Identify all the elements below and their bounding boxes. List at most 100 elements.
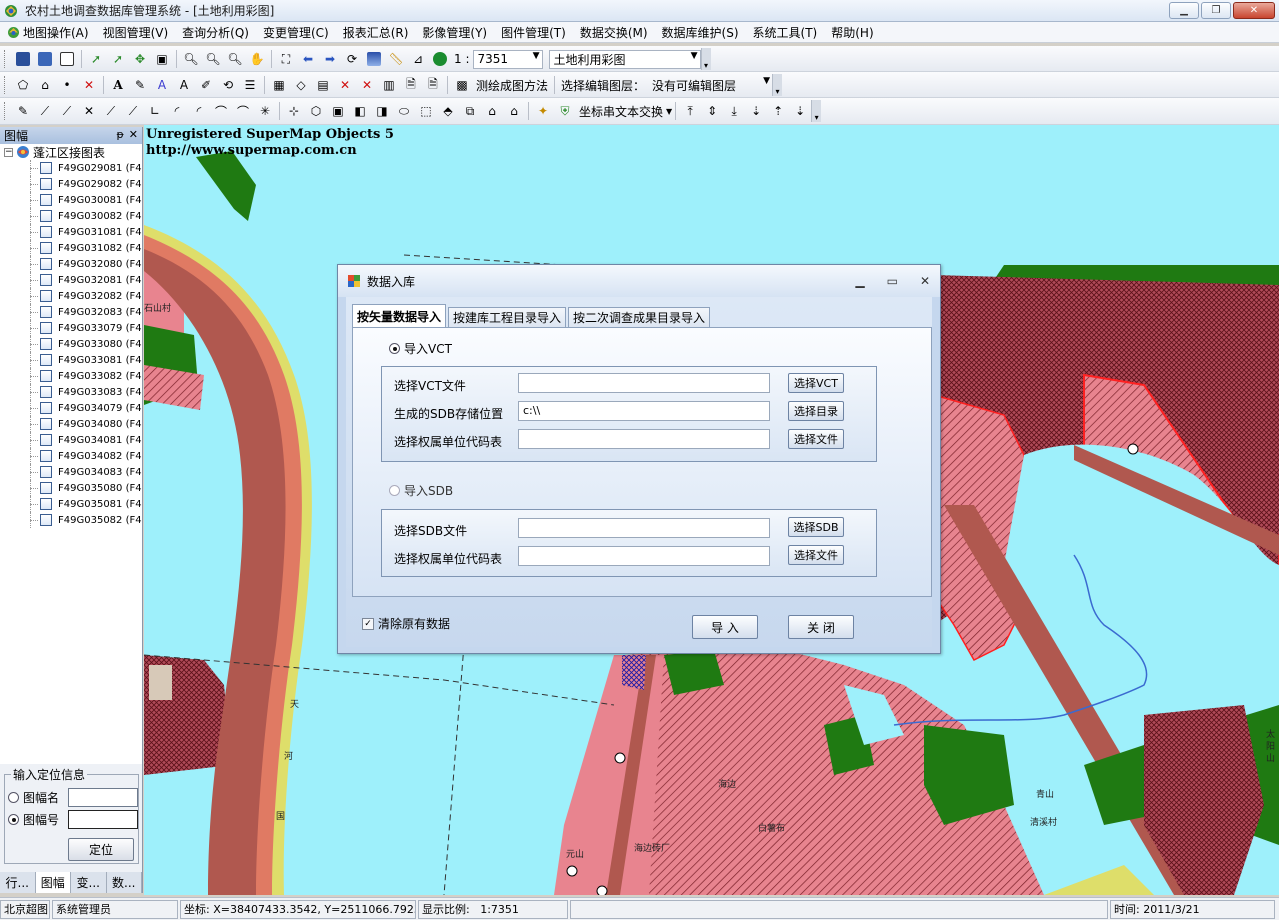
edit-doc-icon[interactable] xyxy=(56,48,78,70)
locate-button[interactable]: 定位 xyxy=(68,838,134,861)
layer-combo[interactable]: 土地利用彩图 ▼ xyxy=(548,49,701,69)
full-extent-icon[interactable]: ⛶ xyxy=(275,48,297,70)
zoom-out-icon[interactable]: 🔍︎ xyxy=(202,48,224,70)
line-edit-icon[interactable]: ✎ xyxy=(12,100,34,122)
select-dir-button[interactable]: 选择目录 xyxy=(788,401,844,421)
zoom-in-icon[interactable]: 🔍︎ xyxy=(180,48,202,70)
dialog-maximize-button[interactable]: ▭ xyxy=(887,274,898,288)
layer-blue-icon[interactable] xyxy=(363,48,385,70)
sheet-node[interactable]: F49G034079 (F4 xyxy=(0,400,142,416)
clip-icon[interactable]: ⬚ xyxy=(415,100,437,122)
checkmark-icon[interactable]: ✓ xyxy=(362,617,374,630)
sheet-node[interactable]: F49G030081 (F4 xyxy=(0,192,142,208)
tree-root[interactable]: − 蓬江区接图表 xyxy=(0,144,142,160)
ruler-icon[interactable]: 📏︎ xyxy=(385,48,407,70)
sheet-node[interactable]: F49G033082 (F4 xyxy=(0,368,142,384)
minimize-button[interactable]: ▁ xyxy=(1169,2,1199,19)
refresh-icon[interactable]: ⟳ xyxy=(341,48,363,70)
toolbar-grip[interactable] xyxy=(4,50,8,68)
text-style-icon[interactable]: A xyxy=(151,74,173,96)
sheet-node[interactable]: F49G033080 (F4 xyxy=(0,336,142,352)
toolbar-overflow-icon[interactable]: ▾ xyxy=(772,74,783,96)
menu-drawing[interactable]: 图件管理(T) xyxy=(494,22,573,43)
menu-image[interactable]: 影像管理(Y) xyxy=(415,22,494,43)
tab-sheets[interactable]: 图幅 xyxy=(35,872,71,893)
tab-data[interactable]: 数... xyxy=(107,872,142,893)
menu-view[interactable]: 视图管理(V) xyxy=(96,22,176,43)
menu-change[interactable]: 变更管理(C) xyxy=(256,22,336,43)
text-icon[interactable]: A xyxy=(107,74,129,96)
sheet-node[interactable]: F49G029081 (F4 xyxy=(0,160,142,176)
measure-angle-icon[interactable] xyxy=(429,48,451,70)
split-line-icon[interactable]: ⟋ xyxy=(34,100,56,122)
dialog-close-button[interactable]: ✕ xyxy=(920,274,930,288)
ownership-table-input[interactable] xyxy=(518,429,770,449)
align-center-icon[interactable]: ⇕ xyxy=(701,100,723,122)
measure-method-button[interactable]: 测绘成图方法 xyxy=(473,77,551,94)
menu-map-ops[interactable]: 地图操作(A) xyxy=(0,22,96,43)
sheet-node[interactable]: F49G032081 (F4 xyxy=(0,272,142,288)
sdb-location-input[interactable]: c:\\ xyxy=(518,401,770,421)
align-top-icon[interactable]: ⤒ xyxy=(679,100,701,122)
sheet-node[interactable]: F49G033083 (F4 xyxy=(0,384,142,400)
split-region-icon[interactable]: ◨ xyxy=(371,100,393,122)
survey-method-icon[interactable]: ▩ xyxy=(451,74,473,96)
radio-off-icon[interactable] xyxy=(389,485,400,496)
radio-on-icon[interactable] xyxy=(8,814,19,825)
window-select-icon[interactable]: ▣ xyxy=(151,48,173,70)
text-font-icon[interactable]: A xyxy=(173,74,195,96)
sdb-select-file-button[interactable]: 选择文件 xyxy=(788,545,844,565)
overlay-icon[interactable]: ▣ xyxy=(327,100,349,122)
draw-polygon-icon[interactable]: ⬠ xyxy=(12,74,34,96)
close-button[interactable]: ✕ xyxy=(1233,2,1275,19)
sheet-node[interactable]: F49G032082 (F4 xyxy=(0,288,142,304)
radio-import-vct[interactable]: 导入VCT xyxy=(389,340,452,357)
menu-system-tools[interactable]: 系统工具(T) xyxy=(746,22,825,43)
move-down-icon[interactable]: ⇣ xyxy=(789,100,811,122)
toolbar-overflow-icon[interactable]: ▾ xyxy=(811,100,822,122)
sheet-node[interactable]: F49G034083 (F4 xyxy=(0,464,142,480)
menu-query[interactable]: 查询分析(Q) xyxy=(175,22,256,43)
delete-red-icon[interactable]: ✕ xyxy=(78,74,100,96)
sheet-node[interactable]: F49G034082 (F4 xyxy=(0,448,142,464)
zoom-free-icon[interactable]: 🔍︎ xyxy=(224,48,246,70)
layer-edit-icon[interactable]: ▤ xyxy=(312,74,334,96)
panel-close-icon[interactable]: ✕ xyxy=(129,128,138,141)
layers-icon[interactable]: ☰ xyxy=(239,74,261,96)
polygon-nodes-icon[interactable]: ⬡ xyxy=(305,100,327,122)
rotate-icon[interactable]: ⟲ xyxy=(217,74,239,96)
menu-help[interactable]: 帮助(H) xyxy=(824,22,880,43)
select-vct-button[interactable]: 选择VCT xyxy=(788,373,844,393)
save-all-icon[interactable] xyxy=(34,48,56,70)
union-icon[interactable]: ⧉ xyxy=(459,100,481,122)
sheet-node[interactable]: F49G033081 (F4 xyxy=(0,352,142,368)
tab-survey-result-import[interactable]: 按二次调查成果目录导入 xyxy=(568,307,711,327)
house-alt-icon[interactable]: ⌂ xyxy=(503,100,525,122)
restore-button[interactable]: ❐ xyxy=(1201,2,1231,19)
dialog-titlebar[interactable]: 数据入库 ▁ ▭ ✕ xyxy=(338,265,940,297)
sheet-node[interactable]: F49G035082 (F4 xyxy=(0,512,142,528)
erase-icon[interactable]: ⬘ xyxy=(437,100,459,122)
clear-data-checkbox[interactable]: ✓ 清除原有数据 xyxy=(362,615,450,632)
back-icon[interactable]: ⬅ xyxy=(297,48,319,70)
sdb-ownership-table-input[interactable] xyxy=(518,546,770,566)
forward-icon[interactable]: ➡ xyxy=(319,48,341,70)
doc-search-icon[interactable]: 🗎 xyxy=(422,74,444,96)
pin-icon[interactable]: ᵽ xyxy=(116,128,123,141)
radio-on-icon[interactable] xyxy=(389,343,400,354)
merge-icon[interactable]: ◧ xyxy=(349,100,371,122)
select-file-button[interactable]: 选择文件 xyxy=(788,429,844,449)
draw-shape-icon[interactable]: ⌂ xyxy=(34,74,56,96)
sdb-file-input[interactable] xyxy=(518,518,770,538)
table-icon[interactable]: ▥ xyxy=(378,74,400,96)
sheet-node[interactable]: F49G030082 (F4 xyxy=(0,208,142,224)
radio-sheet-number[interactable]: 图幅号 xyxy=(8,811,59,828)
sheet-node[interactable]: F49G035081 (F4 xyxy=(0,496,142,512)
dialog-minimize-button[interactable]: ▁ xyxy=(855,274,864,288)
node-edit-icon[interactable]: ◇ xyxy=(290,74,312,96)
sheet-node[interactable]: F49G032083 (F4 xyxy=(0,304,142,320)
menu-report[interactable]: 报表汇总(R) xyxy=(336,22,416,43)
select-star-icon[interactable]: ✦ xyxy=(532,100,554,122)
radio-sheet-name[interactable]: 图幅名 xyxy=(8,789,59,806)
sheet-node[interactable]: F49G034081 (F4 xyxy=(0,432,142,448)
